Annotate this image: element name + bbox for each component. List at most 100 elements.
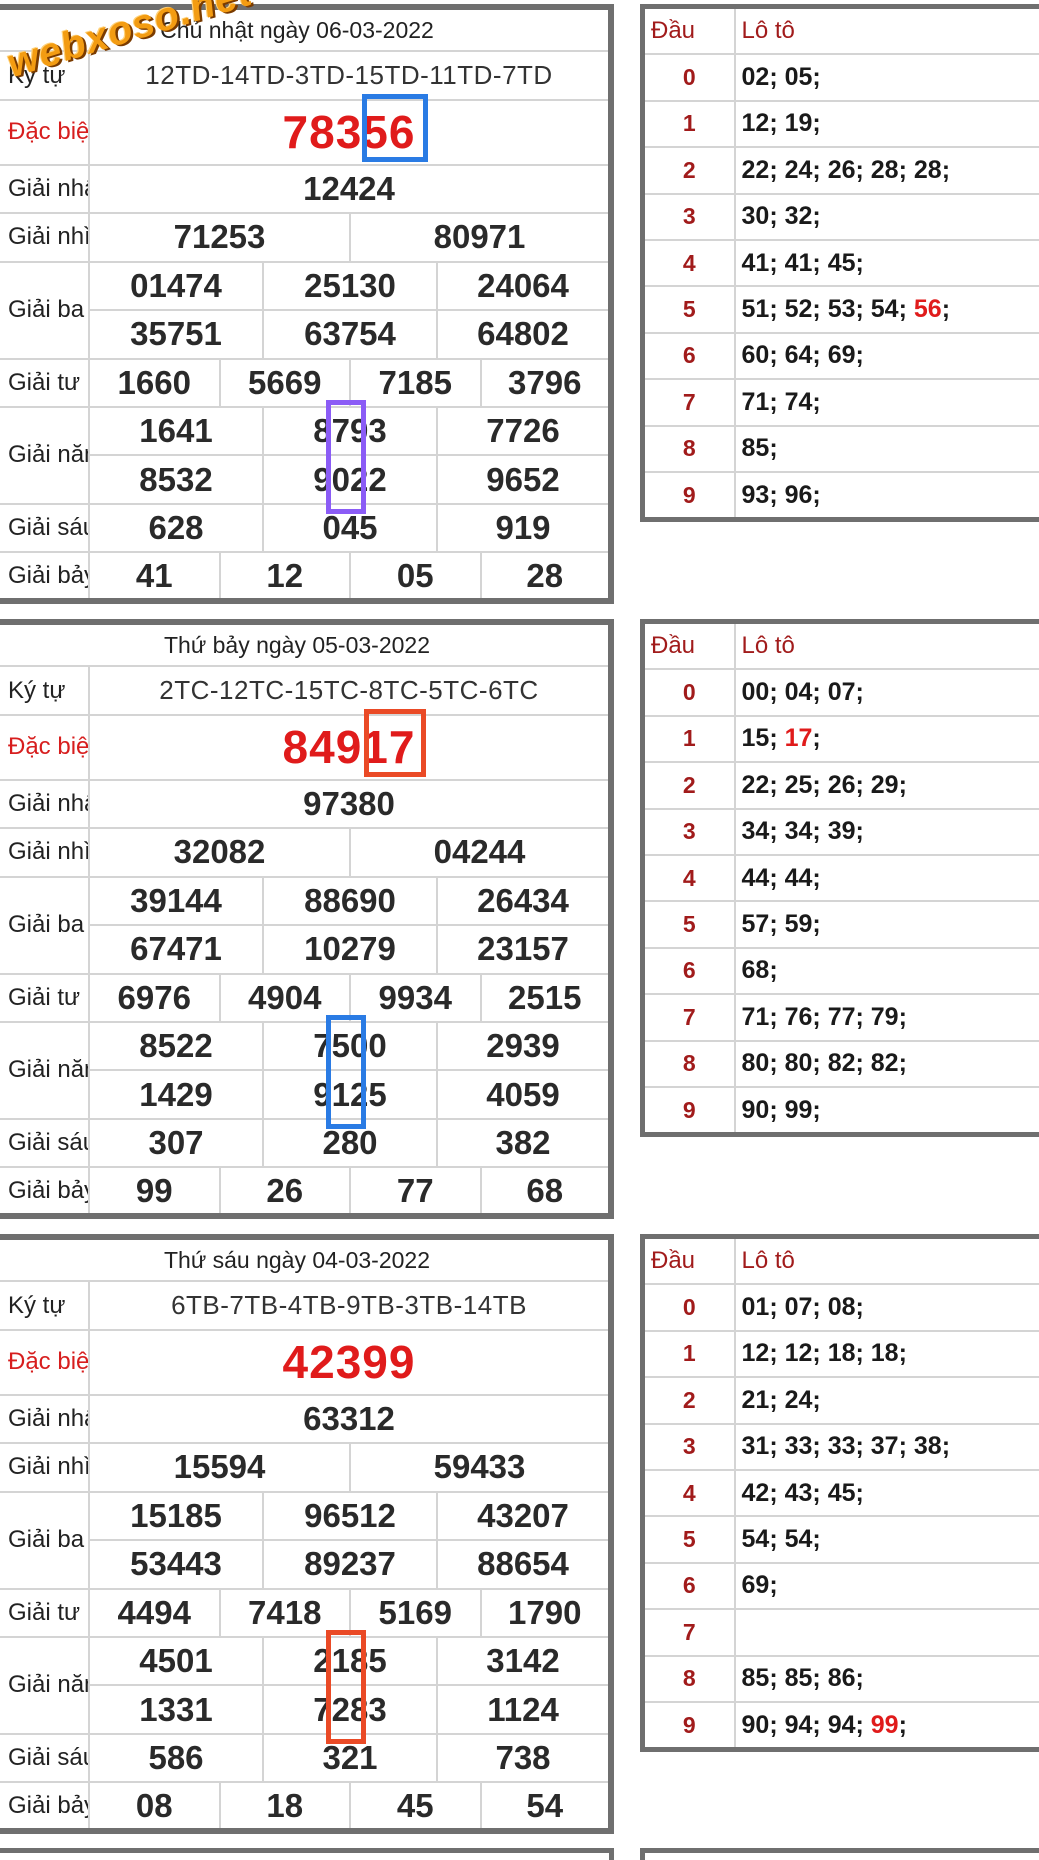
seventh-prize: 68 <box>479 1166 612 1217</box>
loto-number: 32 <box>784 202 813 231</box>
loto-number: 68 <box>741 956 770 985</box>
sixth-prize: 919 <box>436 502 612 554</box>
first-prize: 12424 <box>88 163 612 215</box>
loto-row: 2 22; 24; 26; 28; 28; <box>641 146 1039 195</box>
second-prize: 80971 <box>349 212 612 263</box>
fifth-prize: 1429 <box>88 1069 264 1120</box>
loto-number: 82 <box>870 1049 899 1078</box>
loto-dau: 3 <box>641 807 736 856</box>
seventh-prize: 28 <box>479 551 612 602</box>
loto-number: 99 <box>870 1710 899 1739</box>
draw-block: Chủ nhật ngày 06-03-2022 Ký tự 12TD-14TD… <box>0 0 1039 604</box>
loto-row: 5 51; 52; 53; 54; 56; <box>641 285 1039 334</box>
draw-date: Thứ sáu ngày 04-03-2022 <box>0 1235 612 1283</box>
second-prize: 71253 <box>88 212 351 263</box>
third-prize: 01474 <box>88 260 264 312</box>
loto-number: 45 <box>827 1478 856 1507</box>
loto-number: 04 <box>784 678 813 707</box>
third-prize: 25130 <box>262 260 438 312</box>
loto-row: 3 31; 33; 33; 37; 38; <box>641 1422 1039 1471</box>
label-dac-biet: Đặc biệt <box>0 98 90 166</box>
loto-number: 17 <box>784 724 813 753</box>
loto-row: 8 80; 80; 82; 82; <box>641 1039 1039 1088</box>
loto-dau: 2 <box>641 761 736 810</box>
loto-number: 02 <box>741 63 770 92</box>
third-prize: 67471 <box>88 924 264 975</box>
loto-head-dau: Đầu <box>641 1235 736 1286</box>
label-giai-bay: Giải bảy <box>0 1781 90 1832</box>
fifth-prize: 9125 <box>262 1069 438 1120</box>
loto-head-loto: Lô tô <box>733 5 1039 56</box>
loto-number: 05 <box>784 63 813 92</box>
loto-number: 28 <box>870 155 899 184</box>
loto-number: 85 <box>741 1664 770 1693</box>
third-prize: 39144 <box>88 875 264 927</box>
third-prize: 96512 <box>262 1490 438 1542</box>
third-prize: 10279 <box>262 924 438 975</box>
loto-number: 94 <box>827 1710 856 1739</box>
third-prize: 89237 <box>262 1539 438 1590</box>
loto-number: 85 <box>741 434 770 463</box>
label-ky-tu: Ký tự <box>0 1280 90 1331</box>
loto-dau: 5 <box>641 1515 736 1564</box>
fifth-prize: 9022 <box>262 454 438 505</box>
loto-numbers: 54; 54; <box>733 1515 1039 1564</box>
fourth-prize: 5169 <box>349 1587 482 1638</box>
loto-number: 25 <box>784 770 813 799</box>
sixth-prize: 586 <box>88 1732 264 1784</box>
fifth-prize: 1331 <box>88 1684 264 1735</box>
label-giai-sau: Giải sáu <box>0 1117 90 1169</box>
loto-row: 0 00; 04; 07; <box>641 668 1039 717</box>
label-giai-bay: Giải bảy <box>0 1166 90 1217</box>
loto-number: 77 <box>827 1002 856 1031</box>
fifth-prize: 7500 <box>262 1020 438 1072</box>
seventh-prize: 99 <box>88 1166 221 1217</box>
draw-date: Thứ bảy ngày 05-03-2022 <box>0 620 612 668</box>
loto-number: 93 <box>741 480 770 509</box>
label-giai-ba: Giải ba <box>0 260 90 360</box>
loto-numbers: 85; <box>733 424 1039 473</box>
loto-number: 30 <box>741 202 770 231</box>
loto-table: Đầu Lô tô 0 01; 07; 08; 1 12; 12; 18; 18; … <box>640 1234 1039 1753</box>
label-giai-sau: Giải sáu <box>0 502 90 554</box>
loto-number: 76 <box>784 1002 813 1031</box>
loto-row: 7 <box>641 1608 1039 1657</box>
fourth-prize: 1660 <box>88 357 221 408</box>
label-giai-ba: Giải ba <box>0 875 90 975</box>
loto-row: 5 54; 54; <box>641 1515 1039 1564</box>
loto-number: 82 <box>827 1049 856 1078</box>
fifth-prize: 7726 <box>436 405 612 457</box>
loto-numbers: 93; 96; <box>733 470 1039 521</box>
fifth-prize: 7283 <box>262 1684 438 1735</box>
draw-block: Thứ sáu ngày 04-03-2022 Ký tự 6TB-7TB-4T… <box>0 1234 1039 1834</box>
fourth-prize: 2515 <box>479 972 612 1023</box>
label-giai-nhat: Giải nhất <box>0 163 90 215</box>
second-prize: 15594 <box>88 1442 351 1493</box>
loto-dau: 9 <box>641 1085 736 1136</box>
loto-number: 59 <box>784 910 813 939</box>
loto-numbers: 21; 24; <box>733 1376 1039 1425</box>
loto-dau: 6 <box>641 331 736 381</box>
loto-number: 29 <box>870 770 899 799</box>
loto-numbers: 12; 19; <box>733 99 1039 149</box>
fourth-prize: 5669 <box>218 357 351 408</box>
loto-number: 22 <box>741 770 770 799</box>
loto-numbers: 85; 85; 86; <box>733 1654 1039 1703</box>
second-prize: 04244 <box>349 827 612 878</box>
label-giai-nam: Giải năm <box>0 405 90 505</box>
loto-row: 3 30; 32; <box>641 192 1039 241</box>
third-prize: 26434 <box>436 875 612 927</box>
sixth-prize: 738 <box>436 1732 612 1784</box>
loto-numbers: 02; 05; <box>733 53 1039 102</box>
label-giai-sau: Giải sáu <box>0 1732 90 1784</box>
loto-number: 85 <box>784 1664 813 1693</box>
loto-number: 71 <box>741 387 770 416</box>
seventh-prize: 54 <box>479 1781 612 1832</box>
loto-number: 90 <box>741 1095 770 1124</box>
third-prize: 35751 <box>88 309 264 360</box>
loto-number: 22 <box>741 155 770 184</box>
loto-dau: 9 <box>641 470 736 521</box>
loto-numbers: 01; 07; 08; <box>733 1283 1039 1332</box>
loto-numbers: 69; <box>733 1561 1039 1611</box>
loto-dau: 7 <box>641 1608 736 1657</box>
